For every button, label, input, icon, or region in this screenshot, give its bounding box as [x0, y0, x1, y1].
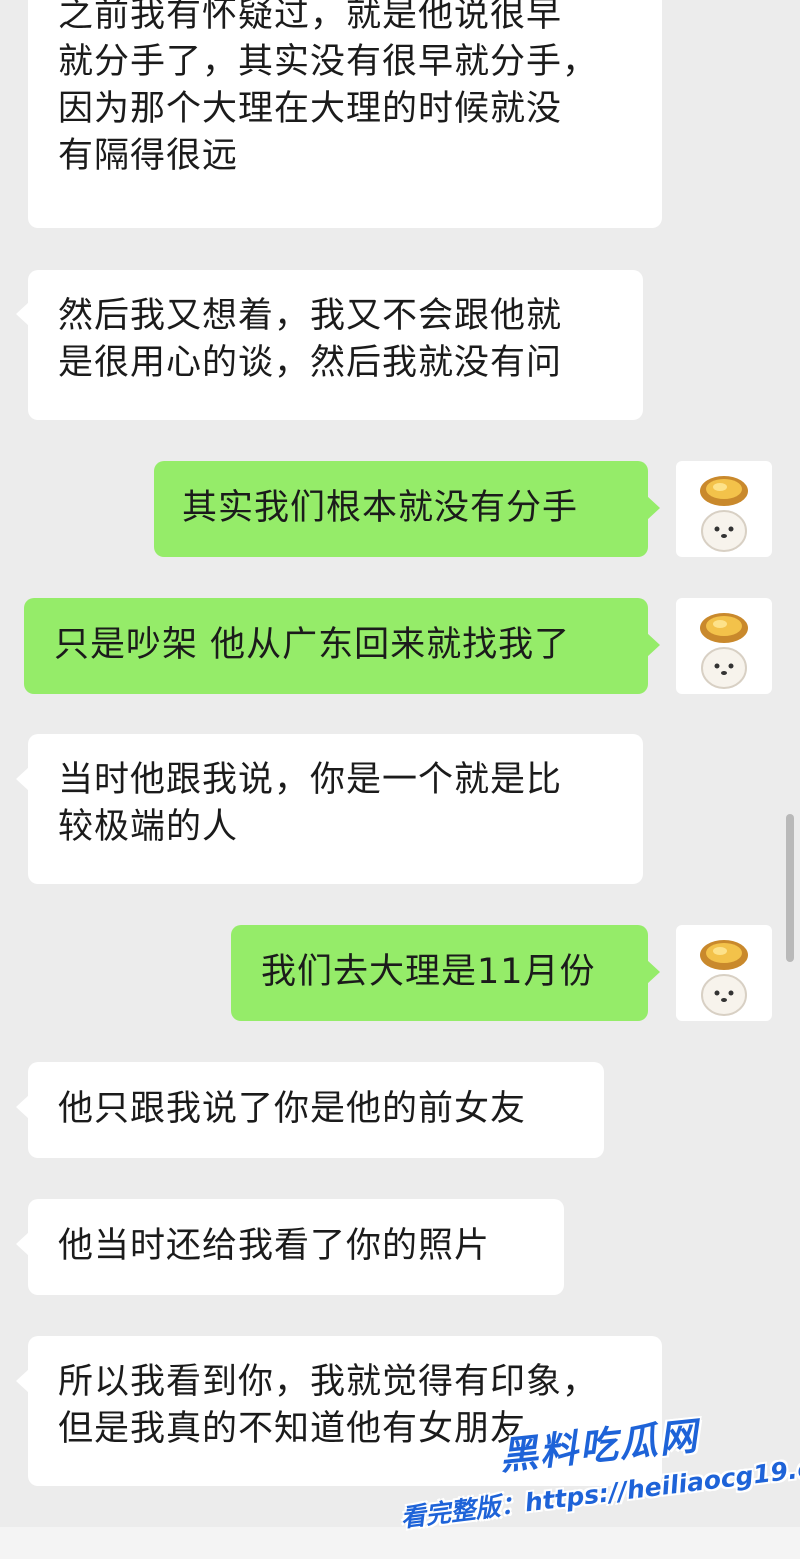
message-bubble[interactable]: 我们去大理是11月份	[231, 925, 648, 1021]
watermark: 黑料吃瓜网 看完整版：https://heiliaocg19.com	[395, 1405, 800, 1555]
message-bubble[interactable]: 然后我又想着，我又不会跟他就 是很用心的谈，然后我就没有问	[28, 270, 643, 420]
user-avatar[interactable]	[676, 925, 772, 1021]
user-avatar[interactable]	[676, 461, 772, 557]
user-avatar[interactable]	[676, 598, 772, 694]
message-bubble[interactable]: 只是吵架 他从广东回来就找我了	[24, 598, 648, 694]
scrollbar[interactable]	[786, 814, 794, 962]
dog-with-egg-tart-avatar-icon	[700, 476, 748, 552]
message-bubble[interactable]: 他只跟我说了你是他的前女友	[28, 1062, 604, 1158]
bubble-tail	[647, 496, 660, 520]
message-bubble[interactable]: 他当时还给我看了你的照片	[28, 1199, 564, 1295]
bubble-tail	[647, 960, 660, 984]
dog-with-egg-tart-avatar-icon	[700, 613, 748, 689]
dog-with-egg-tart-avatar-icon	[700, 940, 748, 1016]
bubble-tail	[647, 633, 660, 657]
message-bubble[interactable]: 其实我们根本就没有分手	[154, 461, 648, 557]
message-bubble[interactable]: 当时他跟我说，你是一个就是比 较极端的人	[28, 734, 643, 884]
message-bubble[interactable]: 之前我有怀疑过，就是他说很早 就分手了，其实没有很早就分手， 因为那个大理在大理…	[28, 0, 662, 228]
